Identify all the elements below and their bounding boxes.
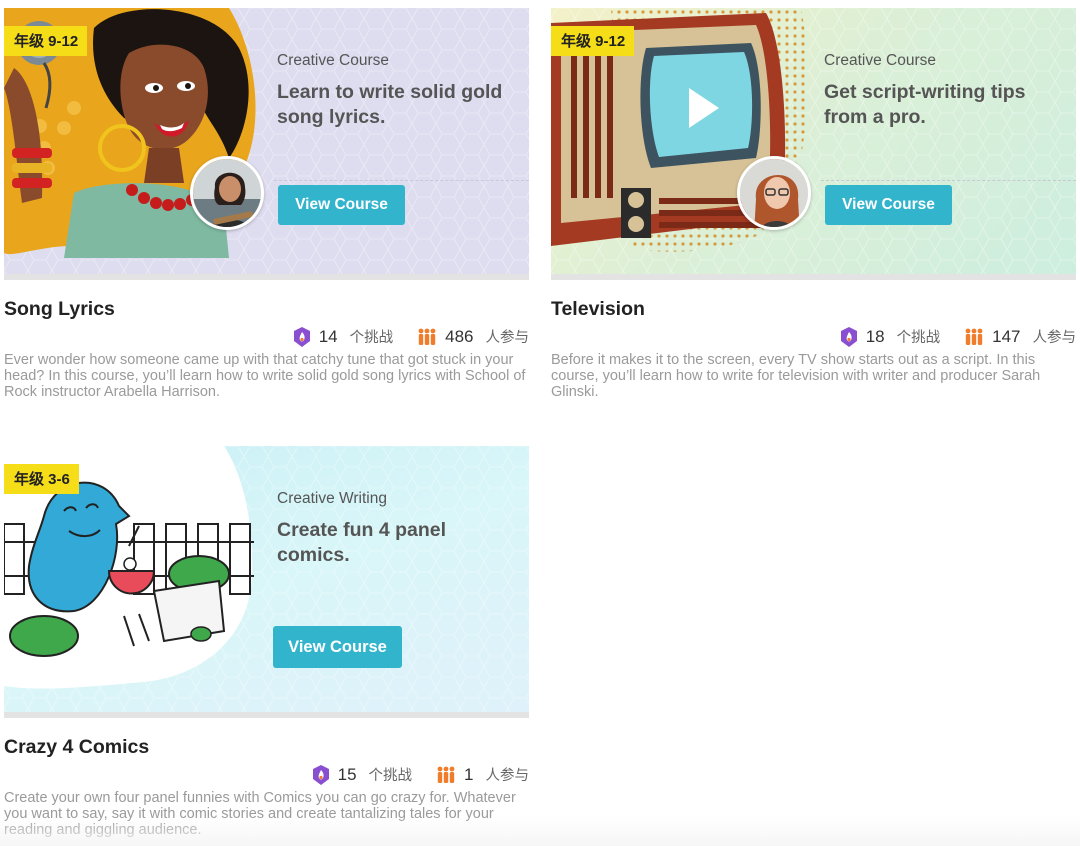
participants-unit: 人参与 [485,330,530,346]
participants-unit: 人参与 [1032,330,1077,346]
participants-count: 1 [464,764,474,784]
course-title[interactable]: Television [551,298,645,321]
view-course-button[interactable]: View Course [273,626,402,668]
participants-unit: 人参与 [485,768,530,784]
people-group-icon [437,766,455,783]
course-title[interactable]: Crazy 4 Comics [4,736,149,759]
course-description: Ever wonder how someone came up with tha… [4,352,526,400]
challenges-count: 14 [318,326,338,346]
course-banner[interactable]: 年级 9-12 Creative Course Get script-writi… [551,8,1076,280]
course-stats: 14 个挑战 486 人参与 [269,326,529,347]
course-headline: Create fun 4 panel comics. [277,519,447,566]
grade-badge: 年级 3-6 [4,464,79,494]
course-headline: Get script-writing tips from a pro. [824,81,1026,128]
challenges-stat: 15 个挑战 [312,764,412,785]
flame-badge-icon [312,764,329,785]
divider [274,180,529,181]
challenges-count: 18 [865,326,885,346]
flame-badge-icon [293,326,310,347]
challenges-unit: 个挑战 [368,768,413,784]
challenges-stat: 18 个挑战 [840,326,940,347]
flame-badge-icon [840,326,857,347]
challenges-count: 15 [337,764,357,784]
course-description: Create your own four panel funnies with … [4,790,516,838]
participants-stat: 1 人参与 [436,764,529,785]
divider [821,180,1076,181]
challenges-stat: 14 个挑战 [293,326,393,347]
grade-badge: 年级 9-12 [4,26,88,56]
people-group-icon [418,328,436,345]
view-course-button[interactable]: View Course [278,185,405,225]
people-group-icon [965,328,983,345]
course-title[interactable]: Song Lyrics [4,298,115,321]
participants-count: 486 [445,326,474,346]
grade-badge: 年级 9-12 [551,26,635,56]
instructor-avatar [737,156,811,230]
course-category: Creative Writing [277,490,387,507]
participants-stat: 147 人参与 [964,326,1076,347]
course-category: Creative Course [824,52,936,69]
course-stats: 18 个挑战 147 人参与 [816,326,1076,347]
course-card-television[interactable]: 年级 9-12 Creative Course Get script-writi… [551,8,1076,400]
participants-stat: 486 人参与 [417,326,529,347]
course-banner[interactable]: 年级 9-12 Creative Course Learn to write s… [4,8,529,280]
course-headline: Learn to write solid gold song lyrics. [277,81,503,128]
challenges-unit: 个挑战 [896,330,941,346]
course-stats: 15 个挑战 1 人参与 [288,764,529,785]
course-description: Before it makes it to the screen, every … [551,352,1041,400]
course-card-song-lyrics[interactable]: 年级 9-12 Creative Course Learn to write s… [4,8,529,400]
challenges-unit: 个挑战 [349,330,394,346]
course-banner[interactable]: 年级 3-6 Creative Writing Create fun 4 pan… [4,446,529,718]
participants-count: 147 [992,326,1021,346]
instructor-avatar [190,156,264,230]
view-course-button[interactable]: View Course [825,185,952,225]
course-card-crazy-4-comics[interactable]: 年级 3-6 Creative Writing Create fun 4 pan… [4,446,529,838]
course-category: Creative Course [277,52,389,69]
